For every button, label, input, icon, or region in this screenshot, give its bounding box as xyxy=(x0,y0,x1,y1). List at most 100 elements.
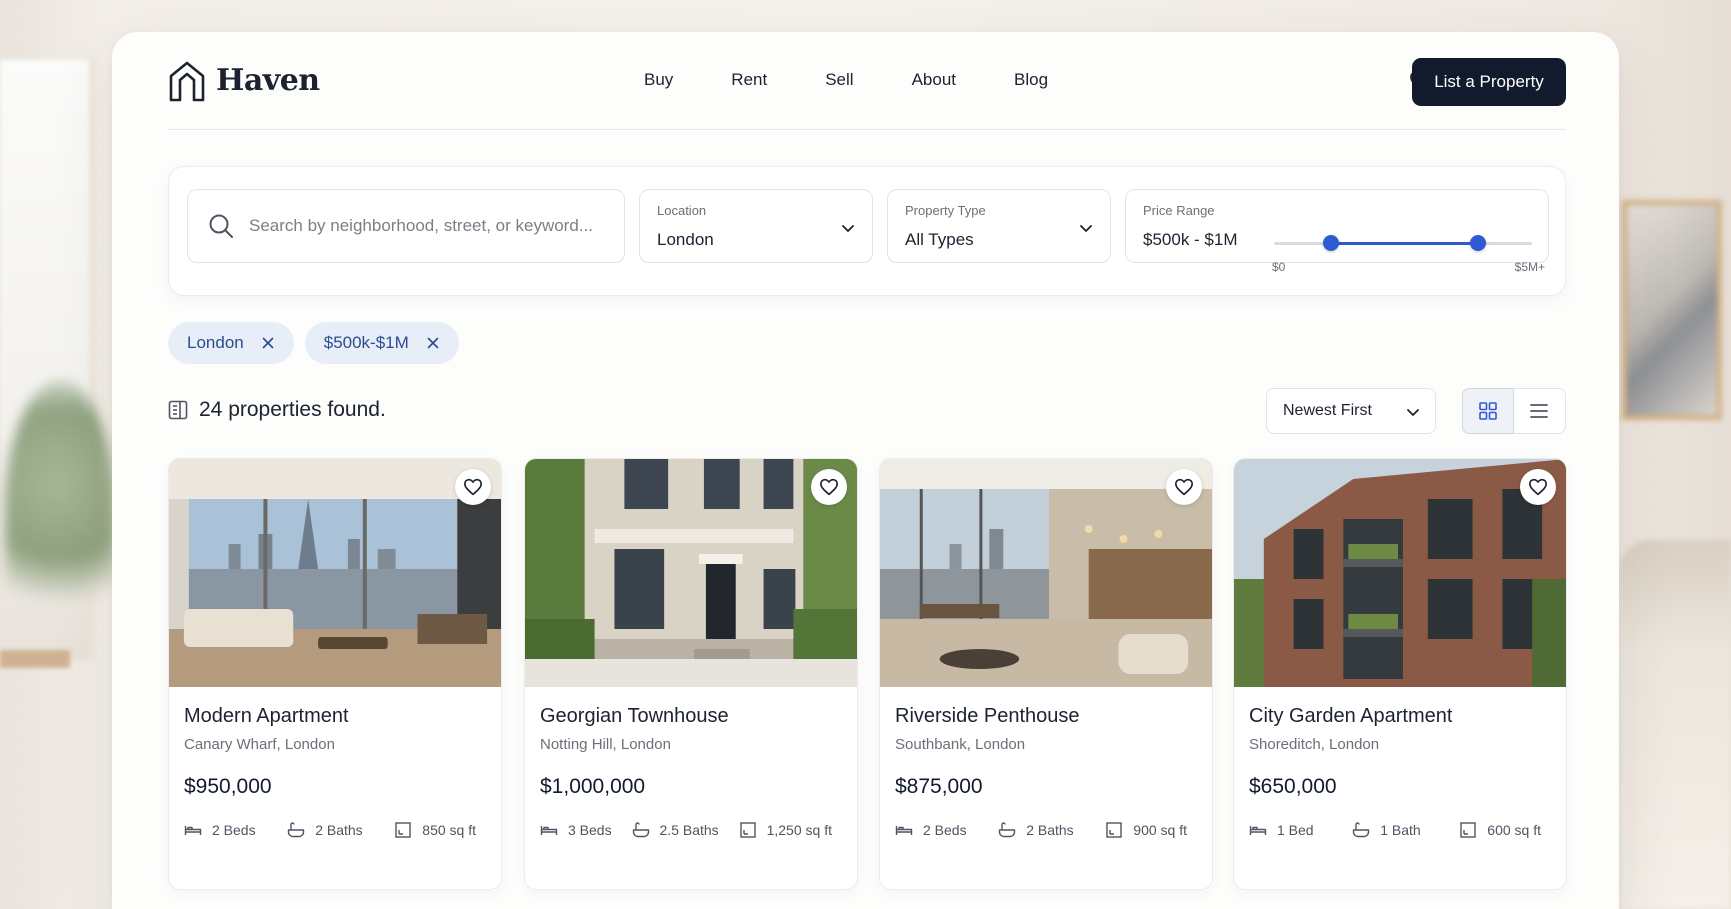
price-min-tick: $0 xyxy=(1272,260,1286,274)
property-type-label: Property Type xyxy=(905,203,986,218)
spec-baths-text: 2 Baths xyxy=(315,822,363,838)
spec-baths: 1 Bath xyxy=(1352,821,1421,839)
listing-price: $650,000 xyxy=(1249,775,1337,798)
apartment-photo xyxy=(169,459,501,687)
price-range-value: $500k - $1M xyxy=(1143,230,1238,249)
listing-specs: 2 Beds 2 Baths 850 sq ft xyxy=(184,821,486,839)
listing-specs: 1 Bed 1 Bath 600 sq ft xyxy=(1249,821,1551,839)
area-icon xyxy=(1460,822,1476,838)
spec-beds-text: 2 Beds xyxy=(923,822,967,838)
listing-price: $1,000,000 xyxy=(540,775,646,798)
penthouse-photo xyxy=(880,459,1212,687)
bed-icon xyxy=(184,826,202,835)
listing-photo xyxy=(1234,459,1566,687)
spec-area: 1,250 sq ft xyxy=(739,821,832,839)
price-slider-min-handle[interactable] xyxy=(1322,235,1339,251)
listing-location: Notting Hill, London xyxy=(540,736,671,753)
listing-details: City Garden Apartment Shoreditch, London… xyxy=(1234,687,1566,839)
favorite-button[interactable] xyxy=(455,469,491,505)
price-range-filter: Price Range $500k - $1M $0 $5M+ xyxy=(1125,189,1549,274)
list-property-button[interactable]: List a Property xyxy=(1412,58,1566,106)
search-box xyxy=(187,189,625,263)
property-type-value: All Types xyxy=(905,230,974,249)
results-count: 24 properties found. xyxy=(199,398,386,421)
spec-baths: 2.5 Baths xyxy=(632,821,719,839)
close-icon[interactable] xyxy=(262,337,274,349)
list-icon xyxy=(1530,404,1549,418)
spec-area: 600 sq ft xyxy=(1459,821,1541,839)
background-plant xyxy=(5,380,115,640)
listing-card[interactable]: Georgian Townhouse Notting Hill, London … xyxy=(524,458,858,890)
house-logo-icon xyxy=(169,61,205,101)
listing-details: Riverside Penthouse Southbank, London $8… xyxy=(880,687,1212,839)
spec-beds: 1 Bed xyxy=(1249,821,1314,839)
favorite-button[interactable] xyxy=(811,469,847,505)
bath-icon xyxy=(288,822,305,838)
spec-beds-text: 1 Bed xyxy=(1277,822,1314,838)
price-range-label: Price Range xyxy=(1143,203,1215,218)
search-input[interactable] xyxy=(249,216,609,236)
property-type-select[interactable]: Property Type All Types xyxy=(887,189,1111,263)
brand-logo[interactable]: Haven xyxy=(168,60,320,102)
area-icon xyxy=(395,822,411,838)
grid-view-button[interactable] xyxy=(1462,388,1514,434)
townhouse-photo xyxy=(525,459,857,687)
main-panel: Haven Buy Rent Sell About Blog List a Pr… xyxy=(112,32,1619,909)
bed-icon xyxy=(540,826,558,835)
chevron-down-icon xyxy=(1080,225,1092,232)
spec-area-text: 850 sq ft xyxy=(422,822,476,838)
listing-photo xyxy=(880,459,1212,687)
listing-details: Modern Apartment Canary Wharf, London $9… xyxy=(169,687,501,839)
list-view-button[interactable] xyxy=(1514,389,1565,433)
grid-icon xyxy=(1478,402,1497,420)
site-header: Haven Buy Rent Sell About Blog List a Pr… xyxy=(168,32,1566,130)
listing-specs: 3 Beds 2.5 Baths 1,250 sq ft xyxy=(540,821,842,839)
nav-buy[interactable]: Buy xyxy=(644,70,673,90)
bath-icon xyxy=(999,822,1016,838)
spec-baths: 2 Baths xyxy=(998,821,1074,839)
nav-sell[interactable]: Sell xyxy=(825,70,853,90)
favorite-button[interactable] xyxy=(1520,469,1556,505)
sort-select[interactable]: Newest First xyxy=(1266,388,1436,434)
listing-card[interactable]: City Garden Apartment Shoreditch, London… xyxy=(1233,458,1567,890)
heart-icon xyxy=(1175,478,1193,496)
results-summary: 24 properties found. xyxy=(168,398,386,422)
garden-apartment-photo xyxy=(1234,459,1566,687)
listing-card[interactable]: Modern Apartment Canary Wharf, London $9… xyxy=(168,458,502,890)
nav-about[interactable]: About xyxy=(912,70,956,90)
favorite-button[interactable] xyxy=(1166,469,1202,505)
main-nav: Buy Rent Sell About Blog xyxy=(644,70,1048,90)
chevron-down-icon xyxy=(842,225,854,232)
bed-icon xyxy=(895,826,913,835)
view-toggle xyxy=(1462,388,1566,434)
price-slider-max-handle[interactable] xyxy=(1469,235,1486,251)
heart-icon xyxy=(819,478,838,496)
background-artwork xyxy=(1622,200,1722,420)
close-icon[interactable] xyxy=(427,337,439,349)
search-icon xyxy=(209,214,233,238)
spec-area-text: 600 sq ft xyxy=(1487,822,1541,838)
spec-beds: 2 Beds xyxy=(184,821,256,839)
listing-title: Riverside Penthouse xyxy=(895,705,1080,727)
location-label: Location xyxy=(657,203,707,218)
area-icon xyxy=(739,822,756,838)
listing-title: City Garden Apartment xyxy=(1249,705,1453,727)
listings-icon xyxy=(168,400,188,420)
listing-card[interactable]: Riverside Penthouse Southbank, London $8… xyxy=(879,458,1213,890)
listing-location: Southbank, London xyxy=(895,736,1026,753)
bed-icon xyxy=(1249,826,1267,835)
background-table xyxy=(0,650,70,668)
filter-chip-location[interactable]: London xyxy=(168,322,294,364)
listing-specs: 2 Beds 2 Baths 900 sq ft xyxy=(895,821,1197,839)
nav-rent[interactable]: Rent xyxy=(731,70,767,90)
filter-chip-price[interactable]: $500k-$1M xyxy=(304,322,459,364)
listing-price: $875,000 xyxy=(895,775,983,798)
nav-blog[interactable]: Blog xyxy=(1014,70,1048,90)
spec-area: 850 sq ft xyxy=(394,821,476,839)
listing-price: $950,000 xyxy=(184,775,272,798)
background-sofa xyxy=(1620,540,1731,909)
location-select[interactable]: Location London xyxy=(639,189,873,263)
price-slider-track[interactable] xyxy=(1274,235,1532,251)
brand-name: Haven xyxy=(216,63,320,98)
heart-icon xyxy=(464,478,482,496)
